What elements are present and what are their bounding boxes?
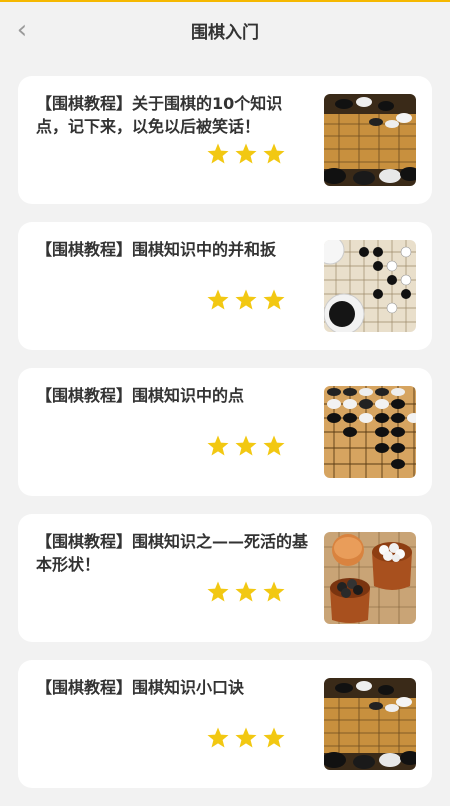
star-icon bbox=[263, 435, 285, 456]
article-thumbnail bbox=[324, 94, 416, 186]
rating-stars bbox=[206, 580, 286, 604]
star-icon bbox=[207, 289, 229, 310]
star-icon bbox=[235, 435, 257, 456]
article-thumbnail bbox=[324, 386, 416, 478]
star-icon bbox=[235, 727, 257, 748]
star-icon bbox=[207, 581, 229, 602]
article-title: 【围棋教程】围棋知识之——死活的基本形状！ bbox=[36, 532, 309, 574]
page-title: 围棋入门 bbox=[191, 22, 259, 43]
article-card[interactable]: 【围棋教程】围棋知识小口诀 bbox=[18, 660, 432, 788]
star-icon bbox=[263, 581, 285, 602]
rating-stars bbox=[206, 434, 286, 458]
star-icon bbox=[263, 143, 285, 164]
rating-stars bbox=[206, 288, 286, 312]
star-icon bbox=[263, 727, 285, 748]
rating-stars bbox=[206, 142, 286, 166]
article-card[interactable]: 【围棋教程】关于围棋的10个知识点，记下来，以免以后被笑话！ bbox=[18, 76, 432, 204]
article-title: 【围棋教程】围棋知识中的并和扳 bbox=[36, 240, 277, 259]
article-thumbnail bbox=[324, 678, 416, 770]
article-card[interactable]: 【围棋教程】围棋知识之——死活的基本形状！ bbox=[18, 514, 432, 642]
chevron-left-icon: ‹ bbox=[16, 15, 28, 45]
article-title: 【围棋教程】关于围棋的10个知识点，记下来，以免以后被笑话！ bbox=[36, 94, 283, 136]
article-thumbnail bbox=[324, 532, 416, 624]
back-button[interactable]: ‹ bbox=[8, 12, 36, 48]
star-icon bbox=[235, 143, 257, 164]
star-icon bbox=[207, 727, 229, 748]
rating-stars bbox=[206, 726, 286, 750]
article-list: 【围棋教程】关于围棋的10个知识点，记下来，以免以后被笑话！ 【围棋教程】围棋知… bbox=[18, 76, 432, 806]
top-bar: ‹ 围棋入门 bbox=[0, 2, 450, 58]
article-card[interactable]: 【围棋教程】围棋知识中的点 bbox=[18, 368, 432, 496]
star-icon bbox=[207, 143, 229, 164]
star-icon bbox=[207, 435, 229, 456]
article-title: 【围棋教程】围棋知识小口诀 bbox=[36, 678, 245, 697]
article-title: 【围棋教程】围棋知识中的点 bbox=[36, 386, 245, 405]
star-icon bbox=[263, 289, 285, 310]
star-icon bbox=[235, 289, 257, 310]
star-icon bbox=[235, 581, 257, 602]
article-card[interactable]: 【围棋教程】围棋知识中的并和扳 bbox=[18, 222, 432, 350]
article-thumbnail bbox=[324, 240, 416, 332]
